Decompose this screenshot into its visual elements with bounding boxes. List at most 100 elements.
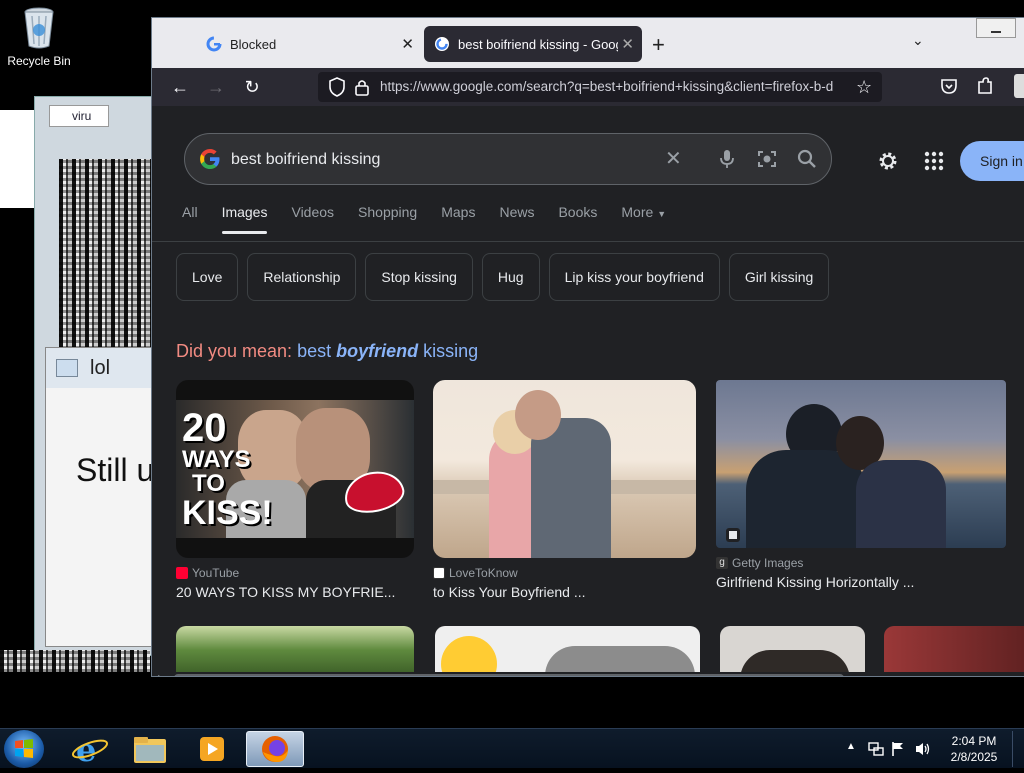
result-thumbnail[interactable]: 20 WAYS TO KISS! xyxy=(176,380,414,558)
search-input[interactable]: best boifriend kissing xyxy=(231,151,380,169)
tab-bar: Blocked ✕ best boifriend kissing - Googl… xyxy=(152,18,1024,68)
result-source[interactable]: g Getty Images xyxy=(716,556,1006,570)
bg-dialog-text: Still u xyxy=(76,452,155,488)
tab-close-icon[interactable]: ✕ xyxy=(401,35,414,53)
winking-emoji-icon xyxy=(441,636,497,676)
google-g-icon xyxy=(206,36,222,52)
url-bar[interactable]: https://www.google.com/search?q=best+boi… xyxy=(318,72,882,102)
bg-dialog-title: lol xyxy=(90,356,111,379)
firefox-taskbar-icon[interactable] xyxy=(246,731,304,767)
new-tab-button[interactable]: + xyxy=(652,32,665,58)
tab-blocked[interactable]: Blocked ✕ xyxy=(196,26,422,62)
chip-stop-kissing[interactable]: Stop kissing xyxy=(365,253,473,301)
tab-maps[interactable]: Maps xyxy=(441,204,475,234)
chip-girl-kissing[interactable]: Girl kissing xyxy=(728,253,830,301)
scrollbar-thumb[interactable] xyxy=(174,674,844,676)
extension-badge-icon[interactable] xyxy=(1014,74,1024,98)
tab-label: Blocked xyxy=(230,36,277,52)
tab-close-icon[interactable]: ✕ xyxy=(621,35,634,53)
sign-in-button[interactable]: Sign in xyxy=(960,141,1024,181)
image-result[interactable]: g Getty Images Girlfriend Kissing Horizo… xyxy=(716,380,1006,590)
bg-dialog-titlebar: lol xyxy=(46,348,154,388)
scroll-left-arrow-icon[interactable]: ‹ xyxy=(156,670,160,676)
chip-relationship[interactable]: Relationship xyxy=(247,253,357,301)
pocket-icon[interactable] xyxy=(940,77,958,100)
horizontal-scrollbar[interactable]: ‹ xyxy=(152,670,1024,676)
forward-arrow-icon[interactable]: → xyxy=(204,75,228,99)
search-icon[interactable] xyxy=(795,147,819,171)
navigation-toolbar: ← → ↻ https://www.google.com/search?q=be… xyxy=(152,68,1024,106)
bg-dialog-window[interactable]: lol Still u xyxy=(45,347,155,647)
chip-lip-kiss-your-boyfriend[interactable]: Lip kiss your boyfriend xyxy=(548,253,720,301)
result-source[interactable]: LoveToKnow xyxy=(433,566,696,580)
getty-images-icon: g xyxy=(716,557,728,569)
apps-grid-icon[interactable] xyxy=(924,151,944,176)
result-title[interactable]: Girlfriend Kissing Horizontally ... xyxy=(716,574,1006,590)
image-type-badge-icon xyxy=(726,528,740,542)
image-result[interactable]: 20 WAYS TO KISS! YouTube 20 WAYS TO KISS… xyxy=(176,380,414,600)
minimize-button[interactable] xyxy=(976,18,1016,38)
lock-icon[interactable] xyxy=(354,78,370,101)
list-all-tabs-chevron-down-icon[interactable]: ⌄ xyxy=(912,32,924,49)
back-arrow-icon[interactable]: ← xyxy=(168,75,192,99)
lens-camera-icon[interactable] xyxy=(755,147,779,171)
start-button[interactable] xyxy=(4,730,44,768)
search-box[interactable]: best boifriend kissing ✕ xyxy=(184,133,832,185)
microphone-icon[interactable] xyxy=(715,147,739,171)
image-result-partial[interactable] xyxy=(176,626,414,676)
tab-more[interactable]: More ▼ xyxy=(621,204,666,234)
glitch-strip xyxy=(0,650,150,672)
url-text[interactable]: https://www.google.com/search?q=best+boi… xyxy=(380,79,850,94)
reload-icon[interactable]: ↻ xyxy=(240,75,264,99)
tab-label: best boifriend kissing - Google Search xyxy=(458,36,618,52)
tab-videos[interactable]: Videos xyxy=(291,204,334,234)
tab-books[interactable]: Books xyxy=(558,204,597,234)
result-title[interactable]: 20 WAYS TO KISS MY BOYFRIE... xyxy=(176,584,414,600)
result-thumbnail[interactable] xyxy=(716,380,1006,548)
show-hidden-icons-arrow-icon[interactable]: ▲ xyxy=(846,741,856,752)
result-title[interactable]: to Kiss Your Boyfriend ... xyxy=(433,584,696,600)
settings-gear-icon[interactable] xyxy=(876,149,900,178)
clock[interactable]: 2:04 PM 2/8/2025 xyxy=(944,733,1004,765)
firefox-window[interactable]: Blocked ✕ best boifriend kissing - Googl… xyxy=(151,17,1024,677)
network-icon[interactable] xyxy=(868,741,884,762)
tab-google-search[interactable]: best boifriend kissing - Google Search ✕ xyxy=(424,26,642,62)
tab-shopping[interactable]: Shopping xyxy=(358,204,417,234)
thumbnail-text: 20 WAYS TO KISS! xyxy=(182,406,273,532)
tracking-protection-shield-icon[interactable] xyxy=(328,77,346,102)
image-result-partial[interactable] xyxy=(720,626,865,676)
clock-time: 2:04 PM xyxy=(951,734,997,748)
did-you-mean: Did you mean: best boyfriend kissing xyxy=(176,341,478,362)
app-icon xyxy=(56,359,78,377)
chip-hug[interactable]: Hug xyxy=(481,253,540,301)
clear-x-icon[interactable]: ✕ xyxy=(665,147,689,171)
system-tray: ▲ 2:04 PM 2/8/2025 xyxy=(842,729,1024,769)
background-window-browser[interactable]: viru lol Still u xyxy=(34,96,155,656)
svg-text:e: e xyxy=(76,731,96,767)
chip-love[interactable]: Love xyxy=(176,253,239,301)
tab-news[interactable]: News xyxy=(499,204,534,234)
recycle-bin-shortcut[interactable]: Recycle Bin xyxy=(4,6,74,68)
did-you-mean-label: Did you mean: xyxy=(176,341,293,361)
image-result[interactable]: LoveToKnow to Kiss Your Boyfriend ... xyxy=(433,380,696,600)
image-result-partial[interactable] xyxy=(884,626,1024,676)
tab-images[interactable]: Images xyxy=(221,204,267,234)
extensions-puzzle-icon[interactable] xyxy=(976,76,994,101)
show-desktop-button[interactable] xyxy=(1012,731,1022,767)
refinement-chips: Love Relationship Stop kissing Hug Lip k… xyxy=(176,253,830,301)
result-thumbnail[interactable] xyxy=(433,380,696,558)
bg-window-tab[interactable]: viru xyxy=(49,105,109,127)
bookmark-star-icon[interactable]: ☆ xyxy=(856,77,872,98)
google-page: best boifriend kissing ✕ Sign in All Ima… xyxy=(152,106,1024,676)
file-explorer-icon[interactable] xyxy=(124,731,176,767)
image-result-partial[interactable] xyxy=(435,626,700,676)
tab-all[interactable]: All xyxy=(182,204,198,234)
caret-down-icon: ▼ xyxy=(657,209,667,219)
google-g-icon xyxy=(434,36,450,52)
did-you-mean-link[interactable]: best boyfriend kissing xyxy=(297,341,478,361)
internet-explorer-icon[interactable]: e xyxy=(64,731,116,769)
media-player-icon[interactable] xyxy=(186,731,238,767)
volume-speaker-icon[interactable] xyxy=(914,741,932,762)
result-source[interactable]: YouTube xyxy=(176,566,414,580)
action-center-flag-icon[interactable] xyxy=(890,741,906,762)
